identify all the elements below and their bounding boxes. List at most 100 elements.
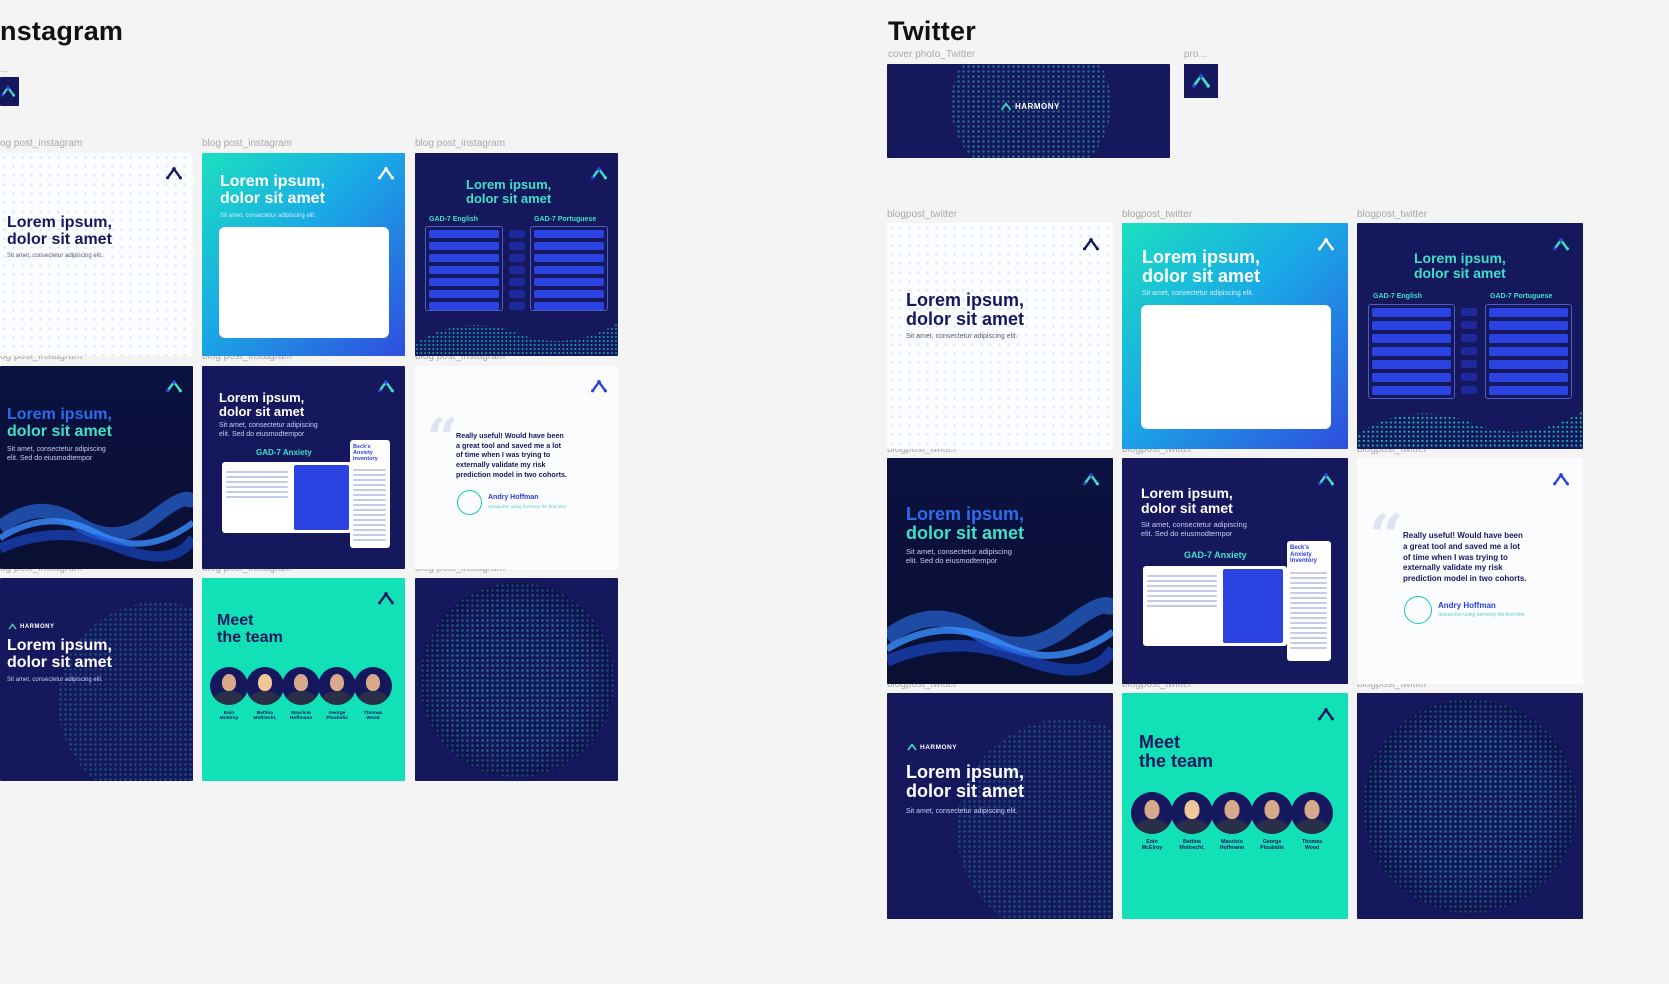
ig-post-gad-table[interactable]: Lorem ipsum, dolor sit amet GAD-7 English…	[415, 153, 618, 356]
gad-match-column	[509, 230, 525, 310]
dotted-globe-graphic	[957, 719, 1113, 919]
team-member-avatar	[1211, 792, 1253, 834]
ig-post-wave[interactable]: Lorem ipsum, dolor sit amet Sit amet, con…	[0, 366, 193, 569]
particle-wave-graphic	[887, 568, 1113, 684]
tw-post-team[interactable]: Meet the team Eoin McElroy Bettina Moltrech…	[1122, 693, 1348, 919]
team-member-avatar	[354, 667, 392, 705]
team-member-avatar	[318, 667, 356, 705]
ig-post-beck[interactable]: Lorem ipsum, dolor sit amet Sit amet, con…	[202, 366, 405, 569]
content-panel	[1141, 305, 1331, 429]
frame-label[interactable]: og post_instagram	[0, 138, 190, 149]
post-subtitle: Sit amet, consectetur adipiscing elit. Se…	[1141, 520, 1247, 539]
harmony-wordmark: HARMONY	[8, 623, 55, 630]
gad-portuguese-list	[530, 226, 608, 311]
tw-post-testimonial[interactable]: “ Really useful! Would have been a great …	[1357, 458, 1583, 684]
ig-post-globe-headline[interactable]: HARMONY Lorem ipsum, dolor sit amet Sit a…	[0, 578, 193, 781]
dotted-globe-graphic	[420, 583, 614, 777]
harmony-logo-icon	[1083, 237, 1099, 251]
tw-post-beck[interactable]: Lorem ipsum, dolor sit amet Sit amet, con…	[1122, 458, 1348, 684]
harmony-logo-icon	[1083, 472, 1099, 486]
post-headline: Lorem ipsum, dolor sit amet	[1414, 250, 1506, 281]
team-member-name: Thomas Wood	[1301, 839, 1323, 851]
gad-portuguese-list	[1485, 304, 1572, 399]
instagram-section-title[interactable]: nstagram	[0, 16, 123, 47]
twitter-cover-photo[interactable]: HARMONY	[887, 64, 1170, 158]
post-headline: Lorem ipsum, dolor sit amet	[906, 504, 1025, 543]
team-member-avatar	[1131, 792, 1173, 834]
post-subtitle: Sit amet, consectetur adipiscing elit.	[906, 808, 1018, 815]
frame-label[interactable]: blog post_instagram	[202, 138, 402, 149]
harmony-logo-icon	[166, 166, 182, 180]
harmony-logo-icon	[1318, 707, 1334, 721]
post-subtitle: Sit amet, consectetur adipiscing elit. Se…	[7, 446, 106, 462]
post-headline: Lorem ipsum, dolor sit amet	[906, 762, 1025, 801]
particle-wave-graphic	[1357, 388, 1583, 449]
tw-post-gradient[interactable]: Lorem ipsum, dolor sit amet Sit amet, con…	[1122, 223, 1348, 449]
harmony-logo-icon	[1, 85, 15, 97]
gad-english-list	[425, 226, 503, 311]
frame-label[interactable]: pro...	[1184, 49, 1214, 60]
content-panel	[219, 227, 389, 338]
gad-english-heading: GAD-7 English	[429, 216, 479, 223]
post-subtitle: Sit amet, consectetur adipiscing elit.	[7, 677, 103, 683]
ig-profile-thumb[interactable]	[0, 77, 19, 106]
team-headline: Meet the team	[217, 612, 283, 646]
harmony-logo-icon	[591, 166, 607, 180]
post-headline: Lorem ipsum, dolor sit amet	[1142, 247, 1261, 286]
post-headline: Lorem ipsum, dolor sit amet	[220, 173, 325, 207]
gad-portuguese-heading: GAD-7 Portuguese	[1490, 293, 1553, 300]
ig-post-team[interactable]: Meet the team Eoin McElroy Bettina Moltrech…	[202, 578, 405, 781]
post-headline: Lorem ipsum, dolor sit amet	[7, 406, 112, 440]
tw-post-globe[interactable]	[1357, 693, 1583, 919]
ig-post-testimonial[interactable]: “ Really useful! Would have been a great …	[415, 366, 618, 569]
twitter-section-title[interactable]: Twitter	[888, 16, 976, 47]
harmony-logo-icon	[1553, 472, 1569, 486]
harmony-wordmark: HARMONY	[1000, 102, 1060, 111]
tw-post-white[interactable]: Lorem ipsum, dolor sit amet Sit amet, con…	[887, 223, 1113, 449]
harmony-logo-icon	[166, 379, 182, 393]
tw-post-globe-headline[interactable]: HARMONY Lorem ipsum, dolor sit amet Sit a…	[887, 693, 1113, 919]
twitter-profile-photo[interactable]	[1184, 64, 1218, 98]
ig-post-globe[interactable]	[415, 578, 618, 781]
harmony-logo-icon	[378, 379, 394, 393]
team-member-avatar	[282, 667, 320, 705]
team-member-avatar	[1291, 792, 1333, 834]
testimonial-role: researcher using harmony the first time	[1438, 612, 1525, 618]
dotted-globe-graphic	[1363, 699, 1577, 913]
harmony-logo-icon	[1318, 237, 1334, 251]
avatar	[1404, 596, 1432, 624]
tw-post-wave[interactable]: Lorem ipsum, dolor sit amet Sit amet, con…	[887, 458, 1113, 684]
particle-wave-graphic	[415, 303, 618, 356]
gad-questionnaire-table	[1143, 566, 1287, 646]
frame-label[interactable]: cover photo_Twitter	[888, 49, 1088, 60]
gad7-anxiety-heading: GAD-7 Anxiety	[1184, 550, 1247, 560]
team-member-avatar	[1251, 792, 1293, 834]
ig-post-white[interactable]: Lorem ipsum, dolor sit amet Sit amet, con…	[0, 153, 193, 356]
team-headline: Meet the team	[1139, 732, 1214, 771]
gad-portuguese-heading: GAD-7 Portuguese	[534, 216, 597, 223]
testimonial-name: Andry Hoffman	[1438, 601, 1496, 610]
ig-post-gradient[interactable]: Lorem ipsum, dolor sit amet Sit amet, con…	[202, 153, 405, 356]
particle-wave-graphic	[0, 466, 193, 569]
testimonial-quote: Really useful! Would have been a great to…	[1403, 531, 1527, 584]
gad7-anxiety-heading: GAD-7 Anxiety	[256, 448, 312, 457]
post-subtitle: Sit amet, consectetur adipiscing elit.	[906, 333, 1018, 340]
frame-label[interactable]: ...	[0, 64, 20, 75]
post-subtitle: Sit amet, consectetur adipiscing elit.	[1142, 290, 1254, 297]
frame-label[interactable]: blogpost_twitter	[887, 209, 1087, 220]
frame-label[interactable]: blog post_instagram	[415, 138, 615, 149]
gad-questionnaire-table	[222, 462, 352, 533]
post-subtitle: Sit amet, consectetur adipiscing elit. Se…	[906, 547, 1012, 566]
post-headline: Lorem ipsum, dolor sit amet	[7, 214, 112, 248]
team-member-avatar	[246, 667, 284, 705]
frame-label[interactable]: blogpost_twitter	[1357, 209, 1557, 220]
tw-post-gad-table[interactable]: Lorem ipsum, dolor sit amet GAD-7 English…	[1357, 223, 1583, 449]
post-headline: Lorem ipsum, dolor sit amet	[906, 290, 1025, 329]
post-headline: Lorem ipsum, dolor sit amet	[1141, 485, 1233, 516]
frame-label[interactable]: blogpost_twitter	[1122, 209, 1322, 220]
post-headline: Lorem ipsum, dolor sit amet	[7, 637, 112, 671]
post-subtitle: Sit amet, consectetur adipiscing elit. Se…	[219, 422, 318, 438]
harmony-logo-icon	[1553, 237, 1569, 251]
quote-mark-icon: “	[1369, 502, 1404, 572]
harmony-logo-icon	[378, 166, 394, 180]
